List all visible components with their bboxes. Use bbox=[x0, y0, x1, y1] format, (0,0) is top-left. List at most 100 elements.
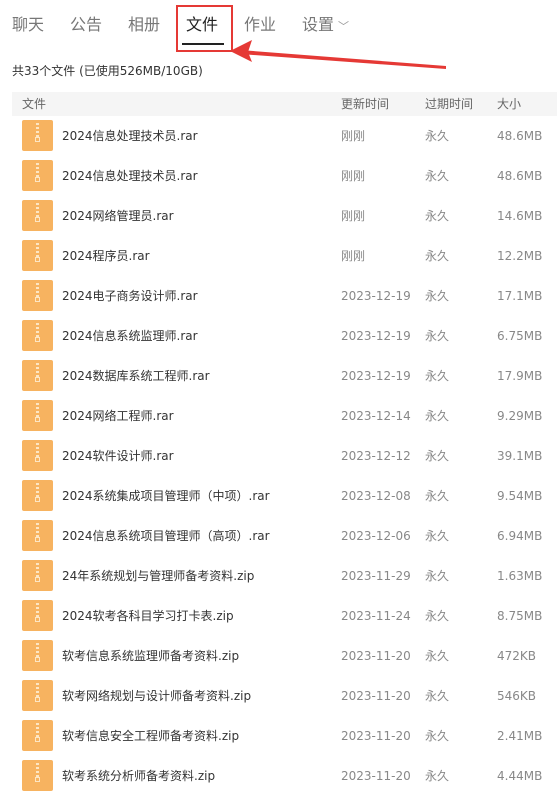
tab-settings-label: 设置 bbox=[302, 15, 335, 34]
file-size: 1.63MB bbox=[497, 569, 543, 583]
file-row[interactable]: 2024网络工程师.rar 2023-12-14 永久 9.29MB bbox=[0, 396, 557, 436]
file-updated: 2023-12-19 bbox=[341, 289, 411, 303]
file-name[interactable]: 软考信息系统监理师备考资料.zip bbox=[62, 648, 239, 664]
column-header-size: 大小 bbox=[497, 97, 522, 111]
column-header-name: 文件 bbox=[22, 97, 47, 111]
file-expires: 永久 bbox=[425, 769, 450, 783]
archive-file-icon bbox=[22, 760, 53, 791]
tab-notice[interactable]: 公告 bbox=[70, 13, 102, 37]
file-name[interactable]: 2024软考各科目学习打卡表.zip bbox=[62, 608, 234, 624]
archive-file-icon bbox=[22, 200, 53, 231]
file-row[interactable]: 2024电子商务设计师.rar 2023-12-19 永久 17.1MB bbox=[0, 276, 557, 316]
file-row[interactable]: 2024软考各科目学习打卡表.zip 2023-11-24 永久 8.75MB bbox=[0, 596, 557, 636]
file-row[interactable]: 2024信息处理技术员.rar 刚刚 永久 48.6MB bbox=[0, 116, 557, 156]
file-name[interactable]: 2024信息系统监理师.rar bbox=[62, 328, 198, 344]
column-header-expires: 过期时间 bbox=[425, 97, 474, 111]
file-row[interactable]: 2024信息处理技术员.rar 刚刚 永久 48.6MB bbox=[0, 156, 557, 196]
file-updated: 2023-11-29 bbox=[341, 569, 411, 583]
file-expires: 永久 bbox=[425, 689, 450, 703]
file-size: 6.94MB bbox=[497, 529, 543, 543]
file-size: 12.2MB bbox=[497, 249, 543, 263]
file-row[interactable]: 软考信息系统监理师备考资料.zip 2023-11-20 永久 472KB bbox=[0, 636, 557, 676]
file-size: 2.41MB bbox=[497, 729, 543, 743]
file-row[interactable]: 24年系统规划与管理师备考资料.zip 2023-11-29 永久 1.63MB bbox=[0, 556, 557, 596]
file-row[interactable]: 软考系统分析师备考资料.zip 2023-11-20 永久 4.44MB bbox=[0, 756, 557, 796]
file-row[interactable]: 2024软件设计师.rar 2023-12-12 永久 39.1MB bbox=[0, 436, 557, 476]
chevron-down-icon: ﹀ bbox=[338, 20, 350, 33]
file-size: 48.6MB bbox=[497, 129, 543, 143]
archive-file-icon bbox=[22, 240, 53, 271]
file-size: 9.29MB bbox=[497, 409, 543, 423]
file-size: 472KB bbox=[497, 649, 537, 663]
file-updated: 2023-12-14 bbox=[341, 409, 411, 423]
file-row[interactable]: 2024信息系统项目管理师（高项）.rar 2023-12-06 永久 6.94MB bbox=[0, 516, 557, 556]
file-row[interactable]: 软考网络规划与设计师备考资料.zip 2023-11-20 永久 546KB bbox=[0, 676, 557, 716]
file-size: 546KB bbox=[497, 689, 537, 703]
archive-file-icon bbox=[22, 560, 53, 591]
archive-file-icon bbox=[22, 160, 53, 191]
file-size: 4.44MB bbox=[497, 769, 543, 783]
file-summary: 共33个文件 (已使用526MB/10GB) bbox=[12, 64, 203, 78]
file-expires: 永久 bbox=[425, 569, 450, 583]
file-expires: 永久 bbox=[425, 209, 450, 223]
file-size: 8.75MB bbox=[497, 609, 543, 623]
archive-file-icon bbox=[22, 320, 53, 351]
file-expires: 永久 bbox=[425, 249, 450, 263]
tab-chat[interactable]: 聊天 bbox=[12, 13, 44, 37]
file-name[interactable]: 软考信息安全工程师备考资料.zip bbox=[62, 728, 239, 744]
file-name[interactable]: 2024软件设计师.rar bbox=[62, 448, 174, 464]
file-expires: 永久 bbox=[425, 489, 450, 503]
file-updated: 2023-12-06 bbox=[341, 529, 411, 543]
file-name[interactable]: 2024电子商务设计师.rar bbox=[62, 288, 198, 304]
file-name[interactable]: 2024信息处理技术员.rar bbox=[62, 128, 198, 144]
file-row[interactable]: 2024程序员.rar 刚刚 永久 12.2MB bbox=[0, 236, 557, 276]
archive-file-icon bbox=[22, 680, 53, 711]
file-name[interactable]: 2024数据库系统工程师.rar bbox=[62, 368, 210, 384]
archive-file-icon bbox=[22, 640, 53, 671]
file-name[interactable]: 2024信息处理技术员.rar bbox=[62, 168, 198, 184]
tab-homework[interactable]: 作业 bbox=[244, 13, 276, 37]
file-size: 17.9MB bbox=[497, 369, 543, 383]
file-size: 6.75MB bbox=[497, 329, 543, 343]
file-expires: 永久 bbox=[425, 369, 450, 383]
file-expires: 永久 bbox=[425, 449, 450, 463]
archive-file-icon bbox=[22, 520, 53, 551]
archive-file-icon bbox=[22, 440, 53, 471]
file-row[interactable]: 软考信息安全工程师备考资料.zip 2023-11-20 永久 2.41MB bbox=[0, 716, 557, 756]
file-name[interactable]: 2024网络工程师.rar bbox=[62, 408, 174, 424]
tab-album[interactable]: 相册 bbox=[128, 13, 160, 37]
file-table-header: 文件 更新时间 过期时间 大小 bbox=[12, 92, 557, 116]
file-size: 14.6MB bbox=[497, 209, 543, 223]
file-updated: 2023-11-20 bbox=[341, 689, 411, 703]
file-row[interactable]: 2024数据库系统工程师.rar 2023-12-19 永久 17.9MB bbox=[0, 356, 557, 396]
file-updated: 刚刚 bbox=[341, 209, 366, 223]
file-expires: 永久 bbox=[425, 609, 450, 623]
file-size: 17.1MB bbox=[497, 289, 543, 303]
archive-file-icon bbox=[22, 600, 53, 631]
file-row[interactable]: 2024网络管理员.rar 刚刚 永久 14.6MB bbox=[0, 196, 557, 236]
file-name[interactable]: 2024程序员.rar bbox=[62, 248, 150, 264]
archive-file-icon bbox=[22, 480, 53, 511]
file-expires: 永久 bbox=[425, 289, 450, 303]
file-name[interactable]: 2024网络管理员.rar bbox=[62, 208, 174, 224]
file-updated: 2023-11-20 bbox=[341, 729, 411, 743]
file-name[interactable]: 2024信息系统项目管理师（高项）.rar bbox=[62, 528, 270, 544]
file-updated: 刚刚 bbox=[341, 169, 366, 183]
file-size: 48.6MB bbox=[497, 169, 543, 183]
file-expires: 永久 bbox=[425, 409, 450, 423]
file-name[interactable]: 软考系统分析师备考资料.zip bbox=[62, 768, 215, 784]
file-name[interactable]: 2024系统集成项目管理师（中项）.rar bbox=[62, 488, 270, 504]
file-row[interactable]: 2024信息系统监理师.rar 2023-12-19 永久 6.75MB bbox=[0, 316, 557, 356]
file-row[interactable]: 2024系统集成项目管理师（中项）.rar 2023-12-08 永久 9.54MB bbox=[0, 476, 557, 516]
annotation-highlight-box bbox=[176, 5, 233, 52]
file-expires: 永久 bbox=[425, 529, 450, 543]
file-name[interactable]: 24年系统规划与管理师备考资料.zip bbox=[62, 568, 254, 584]
archive-file-icon bbox=[22, 720, 53, 751]
file-updated: 刚刚 bbox=[341, 249, 366, 263]
file-expires: 永久 bbox=[425, 649, 450, 663]
file-name[interactable]: 软考网络规划与设计师备考资料.zip bbox=[62, 688, 251, 704]
file-list: 2024信息处理技术员.rar 刚刚 永久 48.6MB 2024信息处理技术员.rar… bbox=[0, 116, 557, 796]
file-updated: 2023-12-08 bbox=[341, 489, 411, 503]
annotation-arrow-icon bbox=[230, 40, 446, 69]
file-updated: 2023-11-24 bbox=[341, 609, 411, 623]
